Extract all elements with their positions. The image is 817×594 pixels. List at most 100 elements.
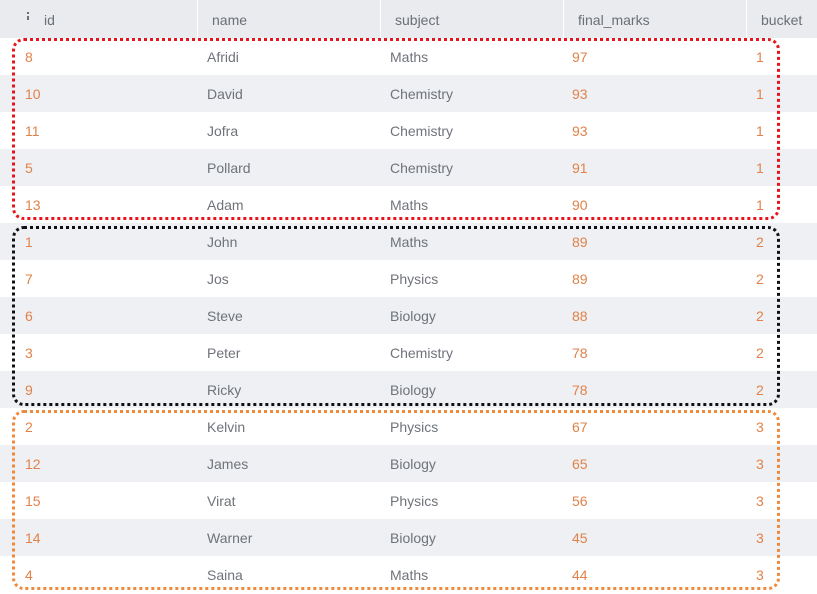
cell-id[interactable]: 3 (25, 334, 33, 371)
cell-name[interactable]: Saina (207, 556, 243, 593)
cell-name[interactable]: Ricky (207, 371, 241, 408)
table-row[interactable]: 8 Afridi Maths 97 1 (0, 38, 817, 75)
cell-final-marks[interactable]: 89 (572, 223, 588, 260)
table-row[interactable]: 15 Virat Physics 56 3 (0, 482, 817, 519)
column-header-label: name (212, 12, 248, 28)
table-row[interactable]: 9 Ricky Biology 78 2 (0, 371, 817, 408)
column-header-id[interactable]: id (0, 0, 198, 38)
cell-final-marks[interactable]: 93 (572, 112, 588, 149)
cell-bucket[interactable]: 1 (756, 75, 764, 112)
cell-subject[interactable]: Maths (390, 223, 428, 260)
table-row[interactable]: 1 John Maths 89 2 (0, 223, 817, 260)
cell-bucket[interactable]: 3 (756, 482, 764, 519)
cell-id[interactable]: 6 (25, 297, 33, 334)
cell-final-marks[interactable]: 45 (572, 519, 588, 556)
cell-name[interactable]: Peter (207, 334, 240, 371)
cell-name[interactable]: John (207, 223, 237, 260)
sort-order-icon[interactable] (26, 12, 30, 23)
cell-bucket[interactable]: 3 (756, 408, 764, 445)
cell-subject[interactable]: Chemistry (390, 75, 453, 112)
cell-id[interactable]: 15 (25, 482, 41, 519)
cell-id[interactable]: 9 (25, 371, 33, 408)
cell-bucket[interactable]: 3 (756, 519, 764, 556)
cell-subject[interactable]: Chemistry (390, 112, 453, 149)
cell-subject[interactable]: Biology (390, 445, 436, 482)
cell-final-marks[interactable]: 88 (572, 297, 588, 334)
cell-bucket[interactable]: 2 (756, 223, 764, 260)
cell-name[interactable]: Virat (207, 482, 236, 519)
cell-final-marks[interactable]: 91 (572, 149, 588, 186)
cell-name[interactable]: Afridi (207, 38, 239, 75)
column-header-label: final_marks (578, 12, 650, 28)
table-row[interactable]: 6 Steve Biology 88 2 (0, 297, 817, 334)
cell-final-marks[interactable]: 78 (572, 334, 588, 371)
cell-final-marks[interactable]: 56 (572, 482, 588, 519)
cell-subject[interactable]: Chemistry (390, 149, 453, 186)
table-row[interactable]: 13 Adam Maths 90 1 (0, 186, 817, 223)
cell-subject[interactable]: Physics (390, 482, 438, 519)
cell-subject[interactable]: Physics (390, 260, 438, 297)
table-row[interactable]: 5 Pollard Chemistry 91 1 (0, 149, 817, 186)
cell-bucket[interactable]: 1 (756, 38, 764, 75)
cell-name[interactable]: James (207, 445, 248, 482)
cell-name[interactable]: Warner (207, 519, 252, 556)
table-row[interactable]: 12 James Biology 65 3 (0, 445, 817, 482)
cell-final-marks[interactable]: 97 (572, 38, 588, 75)
table-row[interactable]: 4 Saina Maths 44 3 (0, 556, 817, 593)
cell-name[interactable]: Jos (207, 260, 229, 297)
cell-name[interactable]: Adam (207, 186, 244, 223)
column-header-name[interactable]: name (198, 0, 381, 38)
cell-name[interactable]: Jofra (207, 112, 238, 149)
cell-final-marks[interactable]: 78 (572, 371, 588, 408)
cell-subject[interactable]: Physics (390, 408, 438, 445)
cell-subject[interactable]: Chemistry (390, 334, 453, 371)
cell-final-marks[interactable]: 65 (572, 445, 588, 482)
table-row[interactable]: 7 Jos Physics 89 2 (0, 260, 817, 297)
column-header-label: subject (395, 12, 440, 28)
cell-bucket[interactable]: 1 (756, 149, 764, 186)
cell-bucket[interactable]: 2 (756, 371, 764, 408)
cell-id[interactable]: 2 (25, 408, 33, 445)
table-row[interactable]: 3 Peter Chemistry 78 2 (0, 334, 817, 371)
cell-final-marks[interactable]: 89 (572, 260, 588, 297)
cell-name[interactable]: Pollard (207, 149, 251, 186)
cell-id[interactable]: 1 (25, 223, 33, 260)
cell-name[interactable]: Steve (207, 297, 243, 334)
cell-final-marks[interactable]: 44 (572, 556, 588, 593)
cell-bucket[interactable]: 2 (756, 297, 764, 334)
cell-bucket[interactable]: 3 (756, 556, 764, 593)
cell-subject[interactable]: Biology (390, 519, 436, 556)
column-header-final-marks[interactable]: final_marks (564, 0, 747, 38)
cell-name[interactable]: Kelvin (207, 408, 245, 445)
column-header-subject[interactable]: subject (381, 0, 564, 38)
cell-id[interactable]: 13 (25, 186, 41, 223)
cell-subject[interactable]: Biology (390, 297, 436, 334)
cell-bucket[interactable]: 1 (756, 186, 764, 223)
cell-id[interactable]: 8 (25, 38, 33, 75)
cell-id[interactable]: 5 (25, 149, 33, 186)
cell-subject[interactable]: Maths (390, 38, 428, 75)
cell-bucket[interactable]: 2 (756, 334, 764, 371)
table-row[interactable]: 11 Jofra Chemistry 93 1 (0, 112, 817, 149)
cell-final-marks[interactable]: 67 (572, 408, 588, 445)
cell-id[interactable]: 10 (25, 75, 41, 112)
cell-bucket[interactable]: 2 (756, 260, 764, 297)
cell-subject[interactable]: Maths (390, 556, 428, 593)
cell-id[interactable]: 11 (25, 112, 40, 149)
cell-bucket[interactable]: 3 (756, 445, 764, 482)
cell-id[interactable]: 12 (25, 445, 41, 482)
cell-name[interactable]: David (207, 75, 243, 112)
cell-id[interactable]: 7 (25, 260, 33, 297)
table-row[interactable]: 2 Kelvin Physics 67 3 (0, 408, 817, 445)
cell-id[interactable]: 4 (25, 556, 33, 593)
cell-subject[interactable]: Biology (390, 371, 436, 408)
column-header-bucket[interactable]: bucket (747, 0, 817, 38)
cell-final-marks[interactable]: 93 (572, 75, 588, 112)
table-row[interactable]: 14 Warner Biology 45 3 (0, 519, 817, 556)
table-row[interactable]: 10 David Chemistry 93 1 (0, 75, 817, 112)
cell-final-marks[interactable]: 90 (572, 186, 588, 223)
cell-id[interactable]: 14 (25, 519, 41, 556)
cell-subject[interactable]: Maths (390, 186, 428, 223)
cell-bucket[interactable]: 1 (756, 112, 764, 149)
column-header-label: bucket (761, 12, 803, 28)
